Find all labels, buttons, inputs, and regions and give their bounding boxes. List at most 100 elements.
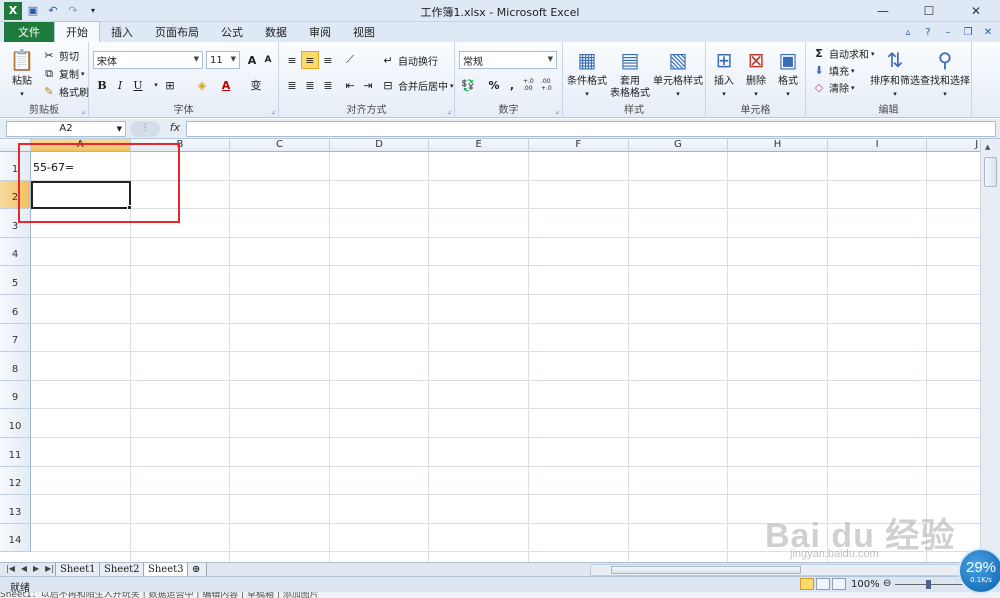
row-header-14[interactable]: 14 [0, 523, 31, 553]
column-header-i[interactable]: I [827, 139, 928, 152]
comma-button[interactable]: , [503, 76, 521, 94]
close-button[interactable]: ✕ [952, 0, 1000, 22]
row-header-12[interactable]: 12 [0, 466, 31, 496]
column-header-h[interactable]: H [728, 139, 828, 152]
page-layout-view-icon[interactable] [816, 578, 830, 590]
align-left-icon[interactable]: ≣ [283, 76, 301, 94]
number-launcher-icon[interactable]: ⌟ [555, 106, 559, 115]
first-sheet-icon[interactable]: |◀ [6, 564, 15, 573]
zoom-slider-thumb[interactable] [926, 580, 931, 589]
save-icon[interactable]: ▣ [24, 2, 42, 20]
row-header-6[interactable]: 6 [0, 295, 31, 324]
alignment-launcher-icon[interactable]: ⌟ [447, 106, 451, 115]
wrap-text-button[interactable]: ↵ 自动换行 [381, 53, 438, 68]
find-select-button[interactable]: ⚲ 查找和选择 ▾ [920, 46, 970, 100]
name-box[interactable]: A2 ▼ [6, 121, 126, 137]
column-header-g[interactable]: G [628, 139, 729, 152]
column-header-c[interactable]: C [230, 139, 330, 152]
tab-review[interactable]: 审阅 [298, 22, 342, 42]
bold-button[interactable]: B [93, 76, 111, 94]
minimize-ribbon-icon[interactable]: ▵ [900, 24, 916, 40]
minimize-button[interactable]: — [860, 0, 906, 22]
doc-close-icon[interactable]: ✕ [980, 24, 996, 40]
formula-input[interactable] [186, 121, 996, 137]
sort-filter-button[interactable]: ⇅ 排序和筛选 ▾ [870, 46, 920, 100]
column-header-d[interactable]: D [329, 139, 430, 152]
align-middle-icon[interactable]: ≡ [301, 51, 319, 69]
scroll-up-icon[interactable]: ▲ [985, 143, 990, 151]
sheet-tab-sheet3[interactable]: Sheet3 [143, 563, 189, 577]
increase-decimal-button[interactable]: +.0 .00 [523, 76, 541, 94]
borders-icon[interactable]: ⊞ [161, 76, 179, 94]
merge-center-button[interactable]: ⊟ 合并后居中 ▾ [381, 78, 453, 93]
conditional-format-button[interactable]: ▦ 条件格式 ▾ [566, 46, 608, 100]
align-center-icon[interactable]: ≣ [301, 76, 319, 94]
delete-cells-button[interactable]: ⊠ 删除 ▾ [740, 46, 772, 100]
format-painter-button[interactable]: ✎ 格式刷 [42, 84, 89, 99]
column-header-e[interactable]: E [429, 139, 529, 152]
doc-minimize-icon[interactable]: – [940, 24, 956, 40]
orientation-icon[interactable]: ⟋ [341, 51, 359, 69]
tab-page-layout[interactable]: 页面布局 [144, 22, 210, 42]
restore-button[interactable]: ☐ [906, 0, 952, 22]
phonetic-icon[interactable]: 变 [247, 76, 265, 94]
column-header-f[interactable]: F [529, 139, 629, 152]
column-header-j[interactable]: J [927, 139, 980, 152]
vertical-scroll-thumb[interactable] [984, 157, 997, 187]
currency-icon[interactable]: 💱 [459, 76, 477, 94]
font-color-icon[interactable]: A [217, 76, 235, 94]
doc-restore-icon[interactable]: ❐ [960, 24, 976, 40]
undo-icon[interactable]: ↶ [44, 2, 62, 20]
format-as-table-button[interactable]: ▤ 套用 表格格式 [609, 46, 651, 100]
align-bottom-icon[interactable]: ≡ [319, 51, 337, 69]
insert-function-button[interactable]: fx [166, 121, 184, 137]
clear-button[interactable]: ◇ 清除 ▾ [812, 80, 855, 95]
font-name-dropdown[interactable]: 宋体 ▼ [93, 51, 203, 69]
align-right-icon[interactable]: ≣ [319, 76, 337, 94]
font-launcher-icon[interactable]: ⌟ [271, 106, 275, 115]
horizontal-scrollbar[interactable] [590, 564, 980, 576]
row-header-13[interactable]: 13 [0, 495, 31, 524]
autosum-button[interactable]: Σ 自动求和 ▾ [812, 46, 874, 61]
row-header-7[interactable]: 7 [0, 323, 31, 353]
underline-button[interactable]: U [129, 76, 147, 94]
tab-home[interactable]: 开始 [54, 21, 100, 42]
decrease-decimal-button[interactable]: .00 +.0 [541, 76, 559, 94]
vertical-scrollbar[interactable]: ▲ [980, 139, 1000, 562]
fill-button[interactable]: ⬇ 填充 ▾ [812, 63, 854, 78]
tab-formulas[interactable]: 公式 [210, 22, 254, 42]
increase-indent-icon[interactable]: ⇥ [359, 76, 377, 94]
new-sheet-icon[interactable]: ⊕ [187, 563, 207, 577]
decrease-indent-icon[interactable]: ⇤ [341, 76, 359, 94]
row-header-8[interactable]: 8 [0, 352, 31, 381]
percent-button[interactable]: % [485, 76, 503, 94]
page-break-view-icon[interactable] [832, 578, 846, 590]
number-format-dropdown[interactable]: 常规 ▼ [459, 51, 557, 69]
insert-cells-button[interactable]: ⊞ 插入 ▾ [708, 46, 740, 100]
normal-view-icon[interactable] [800, 578, 814, 590]
sheet-tab-sheet1[interactable]: Sheet1 [55, 563, 101, 577]
row-header-9[interactable]: 9 [0, 380, 31, 410]
redo-icon[interactable]: ↷ [64, 2, 82, 20]
network-speed-widget[interactable]: 29% 0.1K/s [958, 548, 1000, 594]
shrink-font-button[interactable]: A [259, 51, 277, 69]
cell-styles-button[interactable]: ▧ 单元格样式 ▾ [651, 46, 705, 100]
row-header-5[interactable]: 5 [0, 266, 31, 295]
format-cells-button[interactable]: ▣ 格式 ▾ [772, 46, 804, 100]
clipboard-launcher-icon[interactable]: ⌟ [81, 106, 85, 115]
horizontal-scroll-thumb[interactable] [611, 566, 801, 574]
paste-button[interactable]: 📋 粘贴 ▾ [8, 46, 36, 100]
italic-button[interactable]: I [111, 76, 129, 94]
font-size-dropdown[interactable]: 11 ▼ [206, 51, 240, 69]
row-header-4[interactable]: 4 [0, 237, 31, 267]
tab-file[interactable]: 文件 [4, 22, 54, 42]
tab-insert[interactable]: 插入 [100, 22, 144, 42]
zoom-level[interactable]: 100% [851, 579, 880, 590]
align-top-icon[interactable]: ≡ [283, 51, 301, 69]
tab-data[interactable]: 数据 [254, 22, 298, 42]
sheet-tab-sheet2[interactable]: Sheet2 [99, 563, 145, 577]
next-sheet-icon[interactable]: ▶ [33, 564, 39, 573]
customize-qat-icon[interactable]: ▾ [84, 2, 102, 20]
last-sheet-icon[interactable]: ▶| [45, 564, 54, 573]
fill-color-icon[interactable]: ◈ [193, 76, 211, 94]
